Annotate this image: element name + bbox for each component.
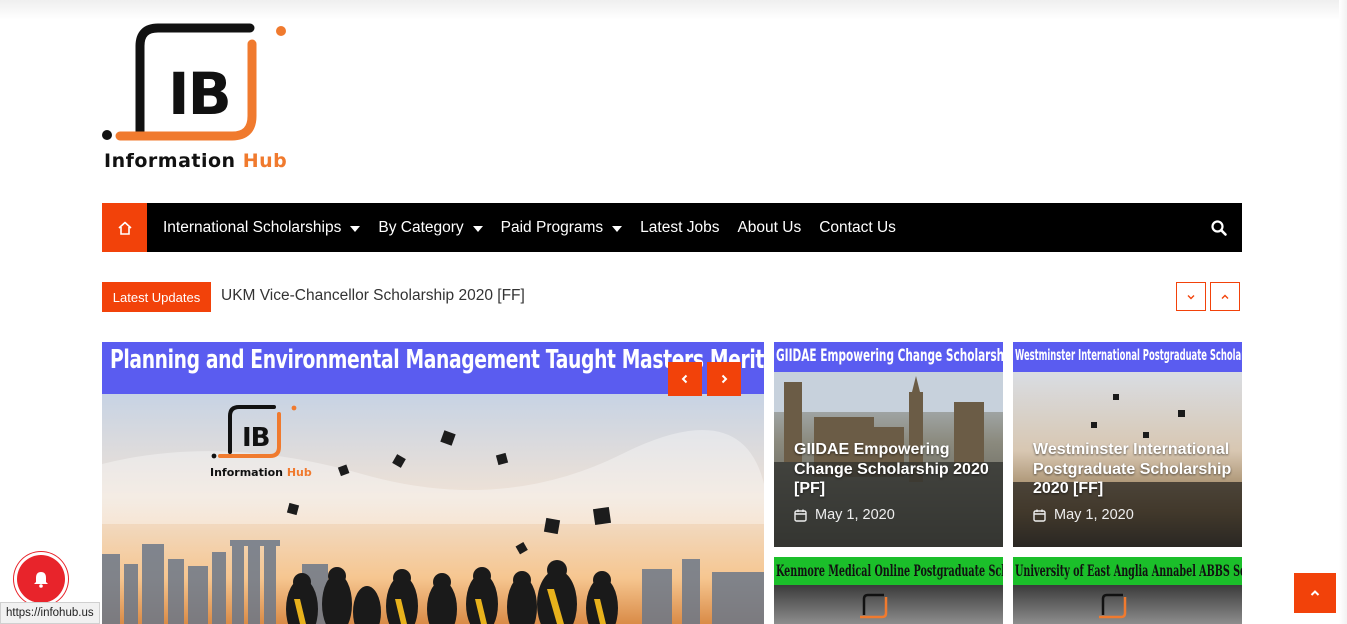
- chevron-right-icon: [721, 374, 728, 384]
- ticker-down-button[interactable]: [1176, 282, 1206, 311]
- card-banner-text: GIIDAE Empowering Change Scholarship 202…: [776, 346, 1003, 366]
- main-navigation: International Scholarships By Category P…: [102, 203, 1242, 252]
- logo-word-information: Information: [104, 150, 236, 172]
- notification-bell-button[interactable]: [17, 555, 65, 603]
- card-banner-text: University of East Anglia Annabel ABBS S…: [1015, 561, 1242, 580]
- card-banner: Westminster International Postgraduate S…: [1013, 342, 1242, 372]
- card-title-link[interactable]: GIIDAE Empowering Change Scholarship 202…: [794, 440, 994, 499]
- svg-text:Information Hub: Information Hub: [210, 466, 312, 479]
- chevron-up-icon: [1310, 590, 1320, 596]
- nav-label: Latest Jobs: [640, 218, 720, 236]
- card-date-text: May 1, 2020: [815, 507, 895, 523]
- back-to-top-button[interactable]: [1294, 573, 1336, 613]
- logo-mark-icon: IB: [102, 23, 286, 141]
- nav-home-button[interactable]: [102, 203, 147, 252]
- svg-text:IB: IB: [242, 423, 270, 453]
- slider-next-button[interactable]: [707, 362, 741, 396]
- graduation-photo: IB Information Hub: [102, 394, 764, 624]
- caret-down-icon: [350, 225, 361, 232]
- nav-item-about-us[interactable]: About Us: [737, 203, 801, 252]
- nav-label: Paid Programs: [500, 218, 604, 236]
- nav-label: International Scholarships: [163, 218, 342, 236]
- post-card[interactable]: Kenmore Medical Online Postgraduate Scho…: [774, 557, 1003, 624]
- header-shadow: [0, 0, 1347, 20]
- card-date: May 1, 2020: [794, 507, 895, 523]
- caret-down-icon: [472, 225, 483, 232]
- nav-item-by-category[interactable]: By Category: [378, 203, 483, 252]
- nav-label: By Category: [378, 218, 464, 236]
- slider-prev-button[interactable]: [668, 362, 702, 396]
- page-edge-shadow: [1339, 0, 1347, 624]
- nav-label: Contact Us: [819, 218, 896, 236]
- card-logo-mark: [1099, 593, 1127, 619]
- calendar-icon: [1033, 509, 1046, 522]
- post-card[interactable]: University of East Anglia Annabel ABBS S…: [1013, 557, 1242, 624]
- post-card[interactable]: Westminster International Postgraduate S…: [1013, 342, 1242, 547]
- browser-status-url: https://infohub.us: [0, 602, 100, 624]
- card-banner: GIIDAE Empowering Change Scholarship 202…: [774, 342, 1003, 372]
- card-banner: Kenmore Medical Online Postgraduate Scho…: [774, 557, 1003, 585]
- svg-text:IB: IB: [168, 60, 230, 128]
- card-image: [1013, 585, 1242, 624]
- site-logo[interactable]: IB Information Hub: [102, 22, 292, 178]
- latest-updates-label: Latest Updates: [102, 282, 211, 312]
- card-title-link[interactable]: Westminster International Postgraduate S…: [1033, 440, 1233, 499]
- bell-icon: [34, 572, 48, 588]
- card-image: [774, 585, 1003, 624]
- chevron-down-icon: [1187, 294, 1195, 299]
- caret-down-icon: [612, 225, 623, 232]
- card-date-text: May 1, 2020: [1054, 507, 1134, 523]
- featured-slider[interactable]: Planning and Environmental Management Ta…: [102, 342, 764, 624]
- logo-word-hub: Hub: [242, 150, 288, 172]
- card-date: May 1, 2020: [1033, 507, 1134, 523]
- card-logo-mark: [860, 593, 888, 619]
- ticker-up-button[interactable]: [1210, 282, 1240, 311]
- nav-item-contact-us[interactable]: Contact Us: [819, 203, 896, 252]
- nav-item-paid-programs[interactable]: Paid Programs: [501, 203, 623, 252]
- nav-item-international-scholarships[interactable]: International Scholarships: [163, 203, 361, 252]
- chevron-up-icon: [1221, 294, 1229, 299]
- search-icon[interactable]: [1210, 219, 1228, 237]
- ticker-headline-link[interactable]: UKM Vice-Chancellor Scholarship 2020 [FF…: [221, 287, 525, 305]
- calendar-icon: [794, 509, 807, 522]
- home-icon: [117, 221, 132, 235]
- card-banner: University of East Anglia Annabel ABBS S…: [1013, 557, 1242, 585]
- slide-image[interactable]: IB Information Hub: [102, 394, 764, 624]
- nav-item-latest-jobs[interactable]: Latest Jobs: [640, 203, 719, 252]
- logo-wordmark: Information Hub: [104, 150, 287, 172]
- slide-banner-text: Planning and Environmental Management Ta…: [110, 345, 764, 375]
- slide-banner: Planning and Environmental Management Ta…: [102, 342, 764, 394]
- card-banner-text: Westminster International Postgraduate S…: [1015, 346, 1242, 364]
- post-card[interactable]: GIIDAE Empowering Change Scholarship 202…: [774, 342, 1003, 547]
- nav-label: About Us: [737, 218, 802, 236]
- chevron-left-icon: [681, 374, 688, 384]
- card-banner-text: Kenmore Medical Online Postgraduate Scho…: [776, 561, 1003, 580]
